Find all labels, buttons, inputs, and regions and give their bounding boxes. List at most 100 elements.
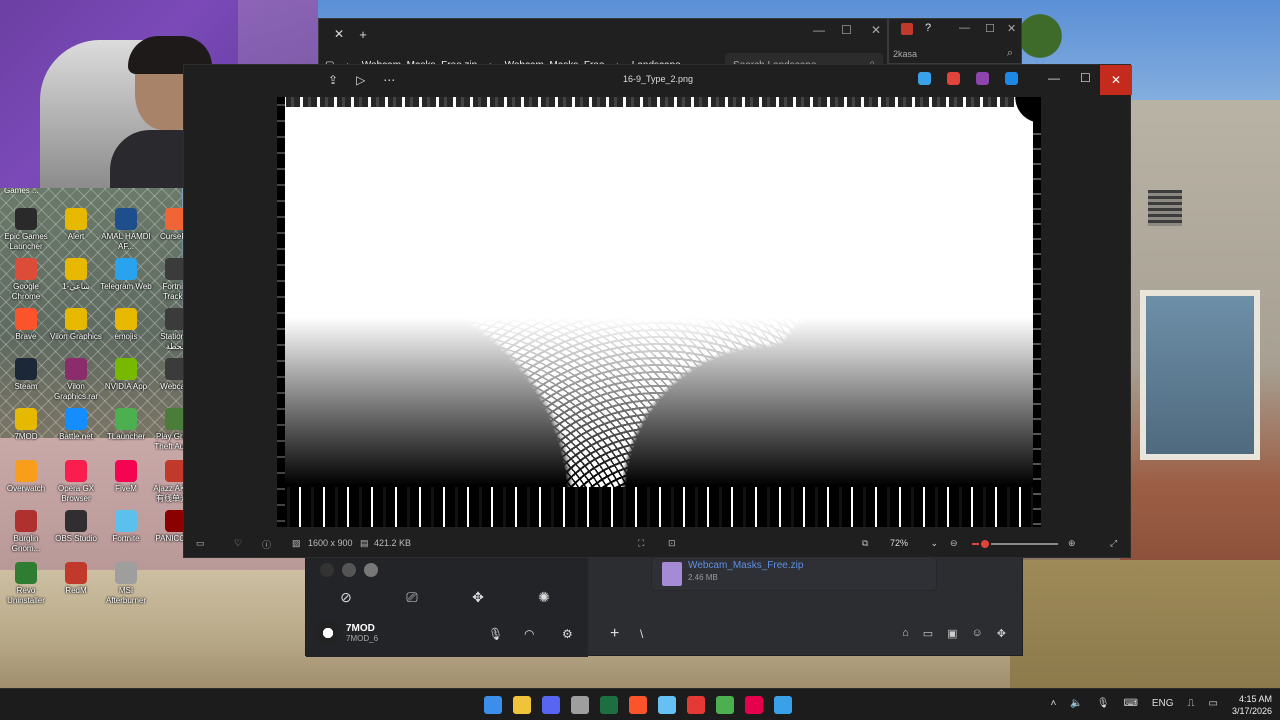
desktop-icon[interactable]: ساعي-1 [50,258,102,292]
desktop-icon[interactable]: Alert [50,208,102,242]
taskbar-adobe-icon[interactable] [745,696,763,714]
desktop-icon[interactable]: OBS Studio [50,510,102,544]
secondary-maximize-button[interactable]: ☐ [985,22,995,35]
desktop-icon[interactable]: Vilon Graphics [50,308,102,342]
activity-icon [342,563,356,577]
edit-app-icon[interactable] [918,72,931,85]
desktop-icon[interactable]: 7MOD [0,408,52,442]
desktop-icon[interactable]: FiveM [100,460,152,494]
secondary-minimize-button[interactable]: — [959,22,970,34]
network-icon[interactable]: ⎍ [1188,698,1195,709]
zoom-in-icon[interactable]: ⊕ [1068,538,1076,549]
attachment-name[interactable]: Webcam_Masks_Free.zip [688,560,803,571]
language-indicator[interactable]: ENG [1152,698,1174,709]
camera-off-icon[interactable]: ⊘ [334,585,358,609]
taskbar-brave-icon[interactable] [629,696,647,714]
gift-icon[interactable]: ⌂ [902,627,909,640]
secondary-search-text[interactable]: 2kasa [893,49,917,59]
desktop-icon[interactable]: Fortnite [100,510,152,544]
desktop-icon[interactable]: AMAL HAMDI AF... [100,208,152,252]
view-icon[interactable]: ⧉ [862,538,868,549]
photos-maximize-button[interactable]: ☐ [1080,71,1091,85]
file-size: 421.2 KB [374,538,412,548]
fullscreen-icon[interactable]: ⤢ [1110,538,1117,549]
avatar[interactable] [316,621,340,645]
desktop-icon[interactable]: Revo Uninstaller [0,562,52,606]
headphones-icon[interactable]: ◠ [524,627,534,641]
soundboard-icon[interactable]: ✺ [532,585,556,609]
fit-to-window-icon[interactable]: ⛶ [638,538,644,549]
desktop-icon[interactable]: Brave [0,308,52,342]
help-icon[interactable]: ? [925,22,931,34]
desktop-icon[interactable]: RedM [50,562,102,596]
microphone-icon[interactable]: 🎙 [488,627,503,641]
actual-size-icon[interactable]: ⊡ [668,538,676,549]
volume-icon[interactable]: 🔈 [1070,698,1082,709]
desktop-icon[interactable]: Google Chrome [0,258,52,302]
desktop-icon[interactable]: MSI Afterburner [100,562,152,606]
desktop-icon[interactable]: Battle.net [50,408,102,442]
new-tab-button[interactable]: + [351,27,375,42]
apps-icon[interactable]: ✥ [997,627,1006,640]
activities-icon[interactable]: ✥ [466,585,490,609]
app-icon [115,460,137,482]
emoji-icon[interactable]: ☺ [972,627,983,640]
attachment-card[interactable]: Webcam_Masks_Free.zip 2.46 MB [651,557,937,591]
edit-app-icon[interactable] [947,72,960,85]
taskbar-excel-icon[interactable] [600,696,618,714]
secondary-close-button[interactable]: ✕ [1007,22,1016,35]
chevron-up-icon[interactable]: ˄ [1050,698,1056,709]
photos-minimize-button[interactable]: — [1048,71,1060,85]
keyboard-icon[interactable]: ⌨ [1123,698,1137,709]
taskbar-discord-icon[interactable] [542,696,560,714]
app-icon [65,510,87,532]
desktop-icon[interactable]: Opera GX Browser [50,460,102,504]
image-canvas[interactable] [277,97,1041,527]
message-tools: ⌂ ▭ ▣ ☺ ✥ [902,627,1006,640]
tab-close-button[interactable]: ✕ [327,27,351,41]
zoom-slider[interactable] [972,538,1058,550]
taskbar-start-icon[interactable] [484,696,502,714]
clock[interactable]: 4:15 AM 3/17/2026 [1232,693,1272,717]
favorite-icon[interactable]: ♡ [234,538,242,549]
zoom-slider-thumb[interactable] [978,538,991,550]
gear-icon[interactable]: ⚙ [562,627,573,641]
taskbar-browser-icon[interactable] [571,696,589,714]
edit-app-icon[interactable] [976,72,989,85]
sticker-icon[interactable]: ▣ [947,627,957,640]
info-icon[interactable]: ⓘ [262,538,271,551]
taskbar-file-explorer-icon[interactable] [513,696,531,714]
screen-share-icon[interactable]: ⎚ [400,585,424,609]
desktop-icon[interactable]: Steam [0,358,52,392]
app-icon [65,562,87,584]
desktop-icon[interactable]: Vilon Graphics.rar [50,358,102,402]
desktop-icon[interactable]: emojis [100,308,152,342]
battery-icon[interactable]: ▭ [1209,698,1218,709]
chevron-down-icon: ⌄ [930,538,938,548]
desktop-icon[interactable]: Telegram Web [100,258,152,292]
desktop-icon[interactable]: Epic Games Launcher [0,208,52,252]
taskbar-steam-icon[interactable] [658,696,676,714]
gif-icon[interactable]: ▭ [923,627,933,640]
onedrive-icon[interactable] [1005,72,1018,85]
taskbar-minecraft-icon[interactable] [716,696,734,714]
app-icon [65,408,87,430]
desktop-icon[interactable]: Burglin Gnom... [0,510,52,554]
explorer-close-button[interactable]: ✕ [871,23,881,37]
microphone-icon[interactable]: 🎙 [1097,698,1110,709]
zoom-out-icon[interactable]: ⊖ [950,538,958,549]
message-input[interactable]: \ [640,627,643,641]
explorer-maximize-button[interactable]: ☐ [841,23,852,37]
app-icon [15,562,37,584]
filmstrip-icon[interactable]: ▭ [196,538,205,549]
photos-close-button[interactable]: ✕ [1100,65,1132,95]
desktop-icon[interactable]: TLauncher [100,408,152,442]
taskbar-photos-icon[interactable] [774,696,792,714]
zoom-select[interactable]: 72% ⌄ [884,534,942,554]
explorer-minimize-button[interactable]: — [813,23,825,37]
discord-user[interactable]: 7MOD 7MOD_6 [316,621,378,645]
add-attachment-button[interactable]: + [610,625,619,643]
desktop-icon[interactable]: NVIDIA App [100,358,152,392]
taskbar-launcher-icon[interactable] [687,696,705,714]
desktop-icon[interactable]: Overwatch [0,460,52,494]
